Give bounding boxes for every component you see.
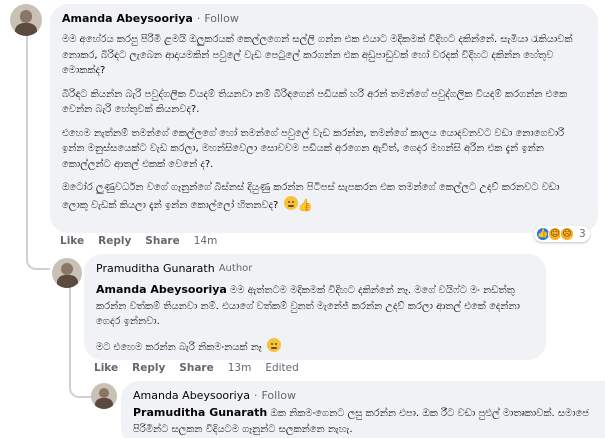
reaction-count: 3 (579, 228, 586, 240)
comment-paragraph: Pramuditha Gunarath ඔක නිකමංගෙනට ලසු කරන… (133, 405, 593, 437)
comment-paragraph: මම අහේරය කරපු පිරිමි ළමයි ඔලුකරයක් කෙල්ල… (62, 34, 573, 76)
smirk-emoji-icon (266, 337, 281, 352)
author-name[interactable]: Pramuditha Gunarath (96, 262, 215, 276)
separator-dot: · (253, 389, 258, 402)
author-badge: Author (218, 263, 253, 274)
comment-paragraph-last: මට එහෙම කරන්න බැරි නිකමංනයක් නෑ (96, 337, 534, 356)
thread-curve-reply1 (26, 250, 50, 270)
edited-label[interactable]: Edited (265, 362, 298, 374)
separator-dot: · (196, 12, 201, 25)
author-name[interactable]: Amanda Abeysooriya (133, 389, 250, 403)
comment-bubble: Amanda Abeysooriya · Follow මම අහේරය කරප… (50, 4, 598, 233)
comment-text: Pramuditha Gunarath ඔක නිකමංගෙනට ලසු කරන… (133, 405, 593, 437)
timestamp[interactable]: 14m (194, 235, 218, 247)
reply-button[interactable]: Reply (98, 235, 131, 247)
comment-paragraph: Amanda Abeysooriya මම ඇත්තටම මදිකමක් විද… (96, 282, 534, 330)
like-button[interactable]: Like (94, 362, 118, 374)
share-button[interactable]: Share (145, 235, 179, 247)
mention-link[interactable]: Pramuditha Gunarath (133, 406, 267, 419)
reply-button[interactable]: Reply (132, 362, 165, 374)
timestamp[interactable]: 13m (228, 362, 252, 374)
comment-paragraph-body: මට එහෙම කරන්න බැරි නිකමංනයක් නෑ (96, 341, 262, 353)
mention-link[interactable]: Amanda Abeysooriya (96, 283, 227, 296)
reply-bubble: Pramuditha Gunarath Author Amanda Abeyso… (84, 254, 546, 360)
thread-line-reply (69, 284, 71, 384)
author-name[interactable]: Amanda Abeysooriya (62, 12, 193, 26)
smirk-emoji-icon (283, 195, 298, 210)
avatar[interactable] (91, 383, 117, 409)
comment-paragraph: එහෙම නැත්නම් තමන්ගේ කෙල්ලගේ හෝ තමන්ගේ පව… (62, 127, 565, 170)
comment-paragraph: බිරිඳට කියන්න බැරි පවුද්ගලික වියදම් තියන… (62, 88, 568, 116)
follow-button[interactable]: Follow (204, 12, 239, 26)
thumbs-up-emoji-icon: 👍 (297, 197, 313, 212)
comment-text: Amanda Abeysooriya මම ඇත්තටම මදිකමක් විද… (96, 282, 534, 355)
like-button[interactable]: Like (60, 235, 84, 247)
comment-header: Amanda Abeysooriya · Follow (62, 12, 586, 26)
avatar[interactable] (10, 4, 42, 36)
comment-actions: Like Reply Share 13m Edited (94, 362, 299, 374)
comment-header: Pramuditha Gunarath Author (96, 262, 534, 276)
comment-paragraph-last: ඔටෝර ලුණුවර්ධන වගේ ගෑනුන්ගේ බිස්නස් දියු… (62, 180, 586, 213)
reactions-summary[interactable]: 👍 ☺ ☹ 3 (534, 226, 590, 242)
reply-bubble: Amanda Abeysooriya · Follow Pramuditha G… (121, 381, 605, 438)
share-button[interactable]: Share (179, 362, 213, 374)
follow-button[interactable]: Follow (261, 389, 296, 403)
comment-actions: Like Reply Share 14m (60, 235, 217, 247)
comment-text: මම අහේරය කරපු පිරිමි ළමයි ඔලුකරයක් කෙල්ල… (62, 32, 586, 213)
comment-header: Amanda Abeysooriya · Follow (133, 389, 593, 403)
sad-reaction-icon: ☹ (560, 227, 574, 241)
avatar[interactable] (52, 258, 82, 288)
thread-line-main (26, 34, 28, 262)
